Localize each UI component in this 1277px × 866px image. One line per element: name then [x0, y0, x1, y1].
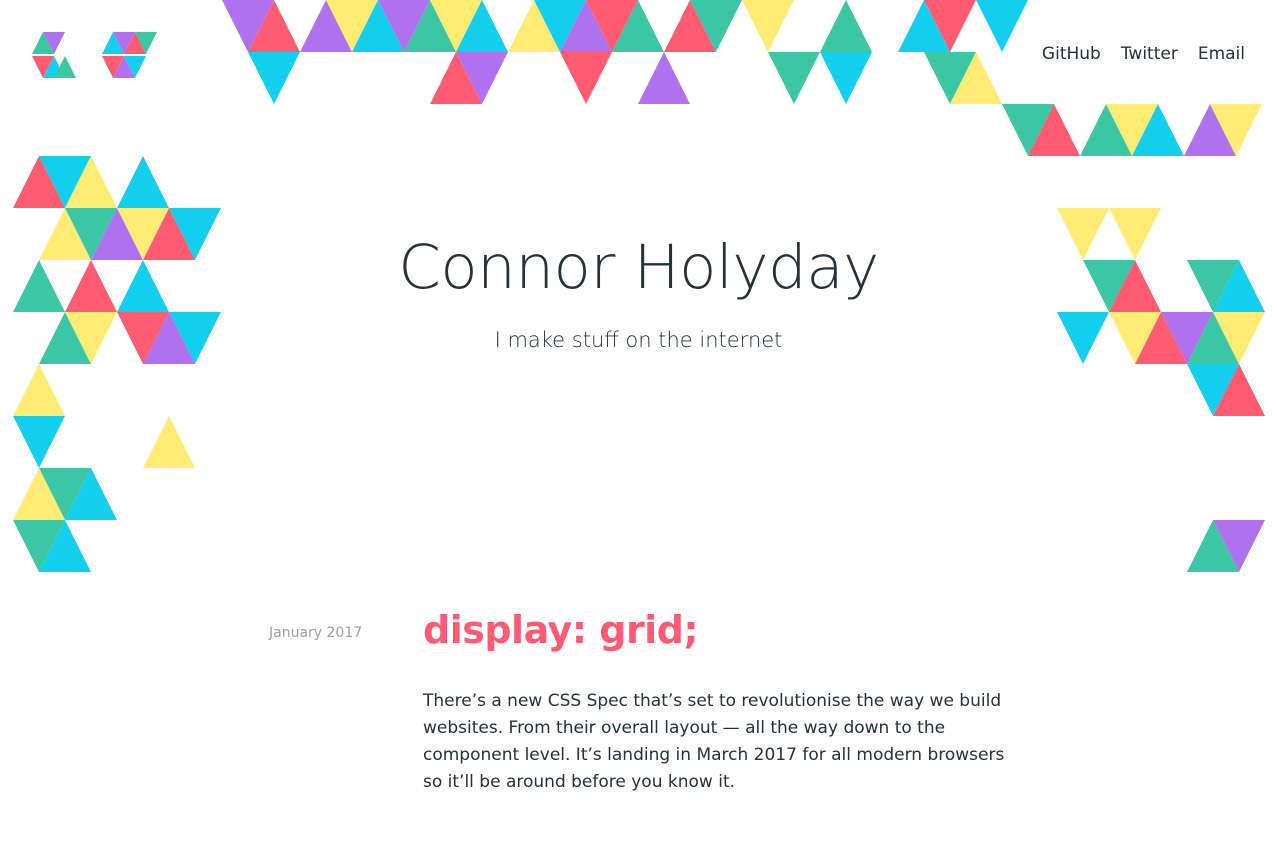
nav-link-email[interactable]: Email — [1198, 44, 1245, 64]
triangle-shape — [638, 52, 690, 104]
triangle-shape — [143, 416, 195, 468]
post-title-link[interactable]: display: grid; — [423, 608, 699, 652]
triangle-shape — [117, 156, 169, 208]
post-date: January 2017 — [269, 625, 363, 641]
triangle-shape — [13, 364, 65, 416]
top-navigation: GitHub Twitter Email — [1042, 44, 1245, 64]
logo-icon[interactable] — [32, 32, 164, 80]
triangle-shape — [976, 0, 1028, 52]
post-excerpt: There’s a new CSS Spec that’s set to rev… — [423, 691, 1005, 792]
triangle-shape — [248, 52, 300, 104]
nav-link-github[interactable]: GitHub — [1042, 44, 1101, 64]
nav-link-twitter[interactable]: Twitter — [1121, 44, 1178, 64]
triangle-shape — [13, 416, 65, 468]
hero-subtitle: I make stuff on the internet — [494, 328, 783, 352]
triangle-shape — [820, 52, 872, 104]
triangle-shape — [742, 0, 794, 52]
triangle-shape — [560, 52, 612, 104]
triangle-shape — [820, 0, 872, 52]
triangle-shape — [768, 52, 820, 104]
hero-title: Connor Holyday — [398, 232, 879, 303]
